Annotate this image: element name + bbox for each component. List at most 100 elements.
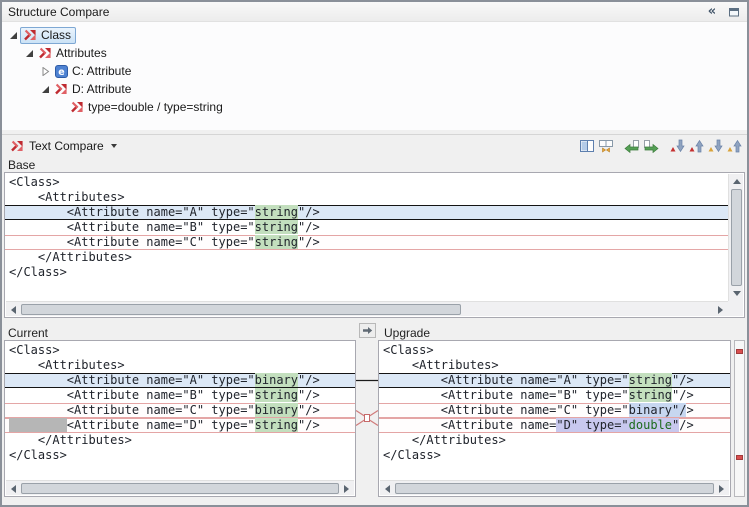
scrollbar-thumb[interactable] [21, 304, 461, 315]
code-text: <Attributes> [9, 358, 125, 372]
minimize-icon[interactable] [727, 5, 741, 19]
diff-token: string [255, 205, 298, 219]
code-text: <Class> [383, 343, 434, 357]
code-text: <Attribute name="C" type=" [383, 403, 629, 417]
next-change-icon[interactable] [705, 137, 724, 155]
upgrade-editor[interactable]: <Class> <Attributes> <Attribute name="A"… [379, 341, 730, 481]
code-text: <Class> [9, 175, 60, 189]
copy-all-left-to-right-icon[interactable] [641, 137, 660, 155]
structure-compare-header: Structure Compare « [2, 2, 747, 22]
scroll-left-button[interactable] [6, 302, 21, 317]
code-line: <Attribute name="A" type="string"/> [379, 373, 730, 388]
upgrade-horizontal-scrollbar[interactable] [380, 480, 729, 495]
scroll-up-button[interactable] [729, 174, 744, 189]
scroll-right-button[interactable] [339, 481, 354, 496]
swap-panes-icon[interactable] [596, 137, 615, 155]
code-text: <Attribute name="A" type=" [383, 373, 629, 387]
current-pane: <Class> <Attributes> <Attribute name="A"… [4, 340, 356, 497]
next-difference-icon[interactable] [667, 137, 686, 155]
code-text: </Attributes> [9, 250, 132, 264]
code-line: <Attribute name="B" type="string"/> [379, 388, 730, 403]
current-editor[interactable]: <Class> <Attributes> <Attribute name="A"… [5, 341, 355, 481]
code-line: <Attribute name="A" type="string"/> [5, 205, 729, 220]
code-line: </Attributes> [5, 433, 355, 448]
scroll-down-button[interactable] [729, 286, 744, 301]
diff-overview-mark[interactable] [736, 455, 743, 460]
tree-item-label: Attributes [56, 46, 107, 60]
scroll-left-button[interactable] [380, 481, 395, 496]
scrollbar-thumb[interactable] [21, 483, 339, 494]
base-vertical-scrollbar[interactable] [728, 174, 743, 301]
diff-token: binary [255, 373, 298, 387]
diff-token: "D" type=" [556, 418, 628, 432]
tree-item-class[interactable]: Class [2, 26, 747, 44]
code-line: </Attributes> [5, 250, 729, 265]
code-line: <Attribute name="B" type="string"/> [5, 220, 729, 235]
upgrade-pane: <Class> <Attributes> <Attribute name="A"… [378, 340, 731, 497]
base-horizontal-scrollbar[interactable] [6, 301, 728, 316]
text-compare-title[interactable]: Text Compare [29, 139, 104, 153]
code-text: <Attribute name="A" type=" [9, 205, 255, 219]
previous-change-icon[interactable] [724, 137, 743, 155]
tree-item-attributes[interactable]: Attributes [2, 44, 747, 62]
base-pane-label: Base [8, 158, 35, 172]
code-text: "/> [298, 388, 320, 402]
overview-ruler[interactable] [734, 340, 745, 497]
base-editor[interactable]: <Class> <Attributes> <Attribute name="A"… [5, 173, 729, 302]
copy-all-right-to-left-icon[interactable] [622, 137, 641, 155]
code-text: </Attributes> [383, 433, 506, 447]
code-line: <Attributes> [379, 358, 730, 373]
svg-text:e: e [58, 66, 64, 77]
previous-difference-icon[interactable] [686, 137, 705, 155]
code-line: <Attribute name="B" type="string"/> [5, 388, 355, 403]
text-compare-selector[interactable]: Text Compare [10, 135, 117, 157]
current-horizontal-scrollbar[interactable] [6, 480, 354, 495]
diff-token: string [255, 418, 298, 432]
code-text: "/> [298, 373, 320, 387]
scroll-right-button[interactable] [713, 302, 728, 317]
tree-item-c-attribute[interactable]: e C: Attribute [2, 62, 747, 80]
two-pane-view-icon[interactable] [577, 137, 596, 155]
code-line: <Attribute name="C" type="binary"/> [5, 403, 355, 418]
code-line: </Class> [379, 448, 730, 463]
expanded-expander-icon[interactable] [8, 31, 18, 40]
scroll-right-button[interactable] [714, 481, 729, 496]
scrollbar-thumb[interactable] [395, 483, 714, 494]
tree-item-type-double-type-string[interactable]: type=double / type=string [2, 98, 747, 116]
diff-connectors [356, 340, 378, 497]
code-line: <Attribute name="D" type="string"/> [5, 418, 355, 433]
code-text: "/> [298, 403, 320, 417]
structure-tree[interactable]: Class Attributes e C: Attribute D: Attribute… [2, 22, 747, 130]
expanded-expander-icon[interactable] [40, 85, 50, 94]
base-pane: <Class> <Attributes> <Attribute name="A"… [4, 172, 745, 318]
conflict-connector-handle[interactable] [365, 415, 370, 422]
tree-item-d-attribute[interactable]: D: Attribute [2, 80, 747, 98]
code-text: /> [679, 418, 693, 432]
code-text: <Attribute name="C" type=" [9, 403, 255, 417]
dropdown-caret-icon[interactable] [111, 144, 117, 148]
collapse-all-icon[interactable]: « [705, 5, 719, 19]
code-text: <Attribute name="D" type=" [67, 418, 255, 432]
text-compare-bar: Text Compare [2, 134, 747, 157]
code-text: > [686, 403, 693, 417]
code-line: <Class> [5, 343, 355, 358]
emf-diff-icon [54, 83, 68, 95]
code-text: "/> [672, 373, 694, 387]
diff-gutter [356, 340, 378, 497]
diff-overview-mark[interactable] [736, 349, 743, 354]
copy-section-button[interactable] [359, 323, 376, 338]
code-text: </Class> [9, 265, 67, 279]
collapsed-expander-icon[interactable] [40, 67, 50, 76]
scroll-left-button[interactable] [6, 481, 21, 496]
code-text: "/> [672, 388, 694, 402]
diff-token: string [255, 220, 298, 234]
code-text: "/> [298, 235, 320, 249]
code-line: </Class> [5, 448, 355, 463]
code-line: </Class> [5, 265, 729, 280]
code-text: <Attribute name="B" type=" [9, 220, 255, 234]
code-line: <Attribute name="C" type="binary"/> [379, 403, 730, 418]
emf-diff-icon [70, 101, 84, 113]
scrollbar-thumb[interactable] [731, 189, 742, 286]
expanded-expander-icon[interactable] [24, 49, 34, 58]
tree-item-label: C: Attribute [72, 64, 131, 78]
